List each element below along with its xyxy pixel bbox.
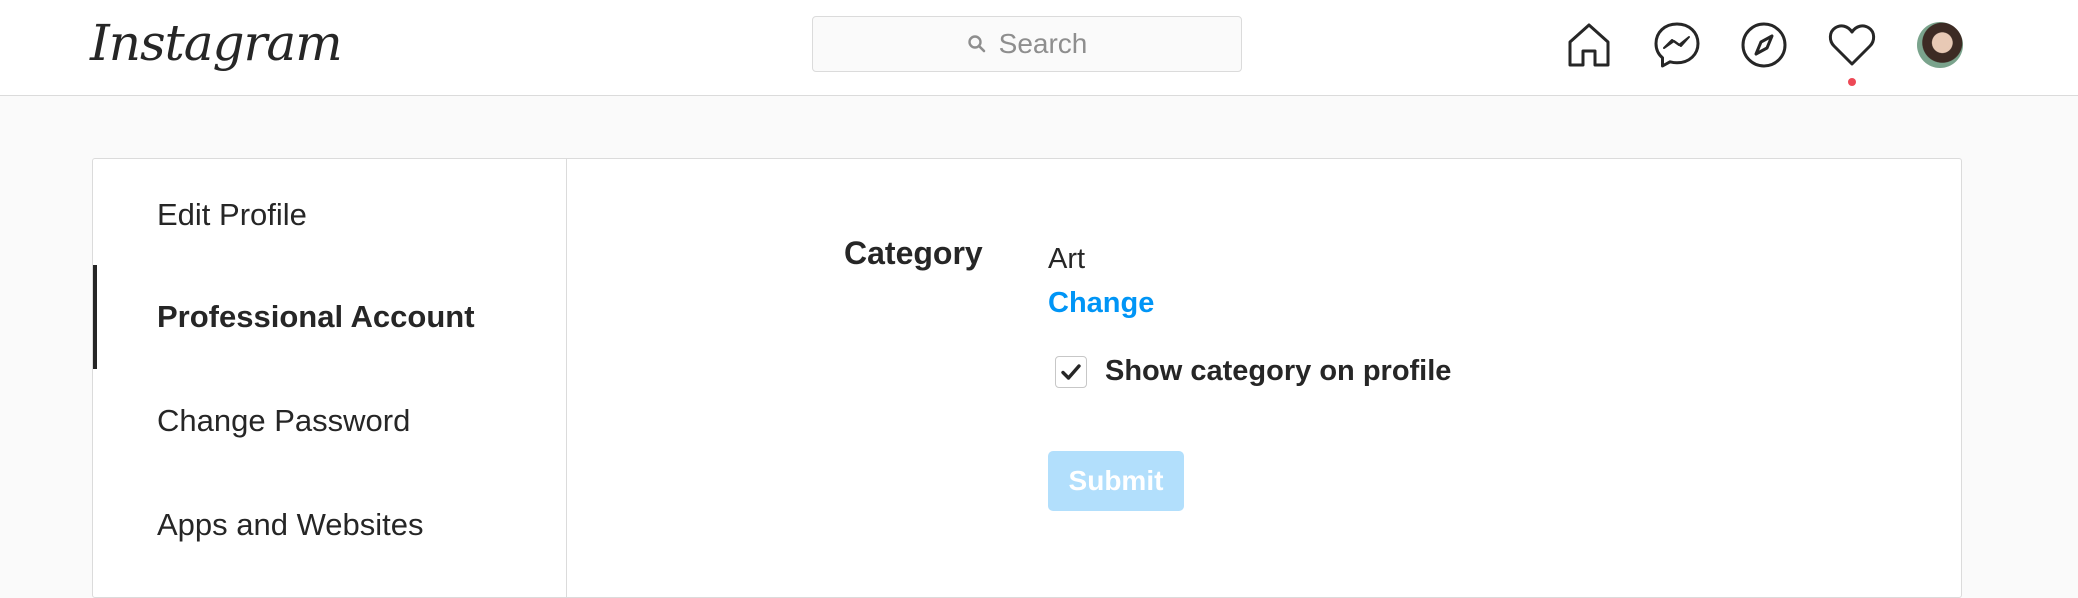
checkmark-icon <box>1061 363 1081 380</box>
sidebar-item-change-password[interactable]: Change Password <box>93 369 566 473</box>
sidebar-item-apps-and-websites[interactable]: Apps and Websites <box>93 473 566 577</box>
submit-button[interactable]: Submit <box>1048 451 1184 511</box>
explore-compass-icon[interactable] <box>1739 20 1789 70</box>
show-category-option[interactable]: Show category on profile <box>1055 355 1451 388</box>
search-input[interactable]: Search <box>999 28 1088 60</box>
search-icon <box>967 35 985 53</box>
settings-panel: Edit Profile Professional Account Change… <box>92 158 1962 598</box>
sidebar-item-edit-profile[interactable]: Edit Profile <box>93 163 566 267</box>
activity-heart-icon[interactable] <box>1827 20 1877 70</box>
category-value: Art <box>1048 243 1086 275</box>
settings-sidebar: Edit Profile Professional Account Change… <box>93 159 567 597</box>
instagram-logo[interactable]: Instagram <box>90 14 343 72</box>
home-icon[interactable] <box>1564 20 1614 70</box>
sidebar-item-professional-account[interactable]: Professional Account <box>93 265 566 369</box>
change-category-link[interactable]: Change <box>1048 287 1154 320</box>
top-navigation-bar: Instagram Search <box>0 0 2078 96</box>
category-heading: Category <box>844 235 983 271</box>
professional-account-content: Category Art Change Show category on pro… <box>567 159 1961 597</box>
notification-dot <box>1848 78 1856 86</box>
messenger-icon[interactable] <box>1652 20 1702 70</box>
avatar[interactable] <box>1917 22 1963 68</box>
show-category-checkbox[interactable] <box>1055 355 1087 388</box>
show-category-label: Show category on profile <box>1105 355 1452 387</box>
search-box[interactable]: Search <box>812 16 1242 72</box>
